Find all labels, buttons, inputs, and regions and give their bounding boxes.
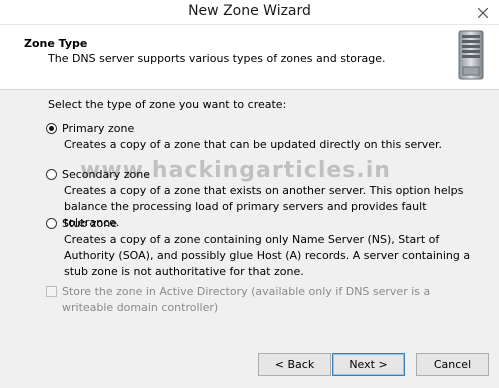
wizard-content: Select the type of zone you want to crea… xyxy=(0,90,499,388)
radio-stub-zone[interactable]: Stub zone xyxy=(46,217,117,230)
close-icon xyxy=(478,7,488,18)
page-description: The DNS server supports various types of… xyxy=(48,52,386,65)
page-title: Zone Type xyxy=(24,37,88,50)
back-button[interactable]: < Back xyxy=(258,353,331,376)
radio-button[interactable] xyxy=(46,218,57,229)
secondary-zone-description: Creates a copy of a zone that exists on … xyxy=(64,184,464,229)
stub-zone-description: Creates a copy of a zone containing only… xyxy=(64,233,471,278)
radio-label: Primary zone xyxy=(62,122,135,135)
zone-type-prompt: Select the type of zone you want to crea… xyxy=(48,98,287,111)
watermark: www.hackingarticles.in xyxy=(80,158,391,183)
next-button[interactable]: Next > xyxy=(332,353,405,376)
title-bar: New Zone Wizard xyxy=(0,0,499,25)
radio-button[interactable] xyxy=(46,123,57,134)
radio-label: Stub zone xyxy=(62,217,117,230)
server-icon xyxy=(458,30,484,80)
cancel-button[interactable]: Cancel xyxy=(416,353,489,376)
primary-zone-description: Creates a copy of a zone that can be upd… xyxy=(64,138,443,151)
store-in-ad-checkbox xyxy=(46,286,57,297)
wizard-header: Zone Type The DNS server supports variou… xyxy=(0,25,499,90)
store-in-ad-label: Store the zone in Active Directory (avai… xyxy=(62,285,431,314)
radio-primary-zone[interactable]: Primary zone xyxy=(46,122,134,135)
window-title: New Zone Wizard xyxy=(188,3,311,19)
close-button[interactable] xyxy=(467,0,499,20)
store-in-ad-option: Store the zone in Active Directory (avai… xyxy=(46,284,482,316)
radio-button[interactable] xyxy=(46,169,57,180)
